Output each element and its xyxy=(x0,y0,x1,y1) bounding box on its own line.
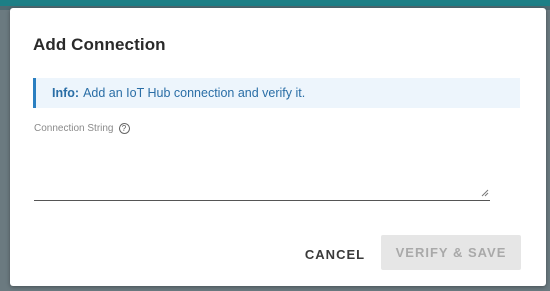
connection-string-field-wrapper xyxy=(34,140,490,201)
help-icon[interactable]: ? xyxy=(118,123,130,134)
info-text: Add an IoT Hub connection and verify it. xyxy=(83,86,306,100)
info-banner: Info: Add an IoT Hub connection and veri… xyxy=(33,78,520,108)
connection-string-input[interactable] xyxy=(34,140,490,200)
screen: Add Connection Info: Add an IoT Hub conn… xyxy=(0,0,550,291)
backdrop-accent xyxy=(0,0,550,6)
add-connection-dialog: Add Connection Info: Add an IoT Hub conn… xyxy=(10,8,546,286)
connection-string-label-row: Connection String ? xyxy=(34,123,130,134)
connection-string-label: Connection String xyxy=(34,123,114,134)
info-label: Info: xyxy=(52,86,80,100)
resize-handle-icon[interactable] xyxy=(481,189,489,197)
dialog-title: Add Connection xyxy=(33,35,166,54)
verify-save-button[interactable]: VERIFY & SAVE xyxy=(381,235,521,270)
cancel-button[interactable]: CANCEL xyxy=(298,240,372,268)
